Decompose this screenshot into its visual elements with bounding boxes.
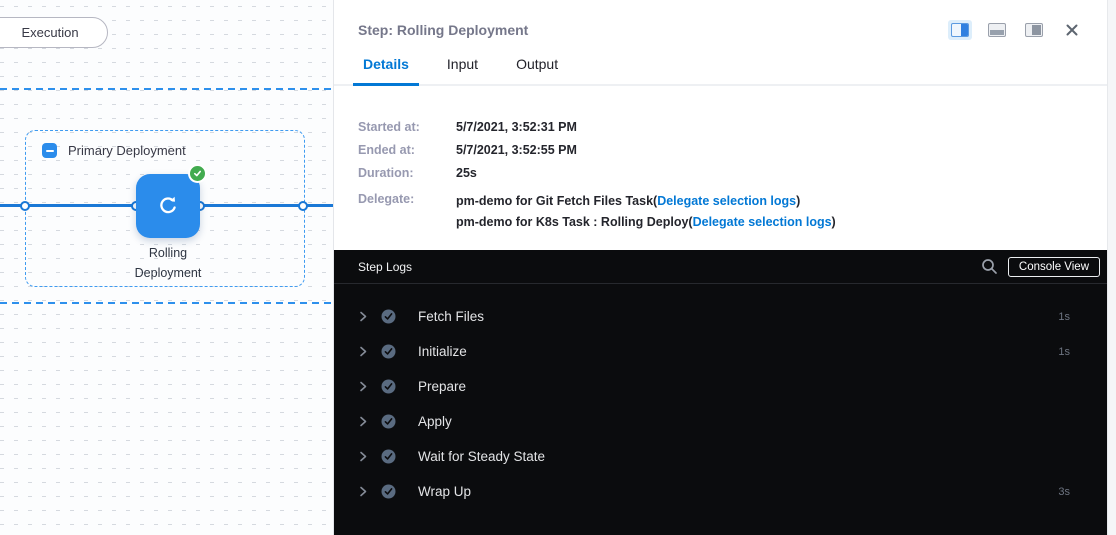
tab-output[interactable]: Output (506, 56, 568, 84)
log-duration: 1s (1058, 311, 1070, 323)
log-row-apply[interactable]: Apply (334, 404, 1107, 439)
tab-details[interactable]: Details (353, 56, 419, 84)
search-icon (981, 258, 998, 275)
right-view-icon (1025, 23, 1043, 37)
console-view-button[interactable]: Console View (1008, 257, 1100, 277)
node-status-badge (188, 164, 207, 183)
check-circle-icon (381, 484, 396, 499)
chevron-right-icon[interactable] (358, 381, 368, 392)
step-logs-title: Step Logs (358, 260, 412, 274)
logs-controls: Console View (981, 257, 1100, 277)
delegate-value: pm-demo for Git Fetch Files Task(Delegat… (456, 191, 836, 233)
panel-title: Step: Rolling Deployment (358, 22, 528, 38)
delegate-line: pm-demo for Git Fetch Files Task(Delegat… (456, 191, 836, 212)
step-logs-panel: Step Logs Console View Fetch Files 1s (334, 250, 1107, 535)
ended-at-value: 5/7/2021, 3:52:55 PM (456, 142, 577, 158)
rolling-deployment-node[interactable] (136, 174, 200, 238)
chevron-right-icon[interactable] (358, 346, 368, 357)
check-circle-icon (381, 379, 396, 394)
bottom-view-icon (988, 23, 1006, 37)
group-label: Primary Deployment (68, 143, 186, 158)
check-circle-icon (381, 414, 396, 429)
log-row-wrap-up[interactable]: Wrap Up 3s (334, 474, 1107, 509)
step-details-panel: Step: Rolling Deployment Details Input O… (334, 0, 1107, 535)
detail-row-delegate: Delegate: pm-demo for Git Fetch Files Ta… (358, 191, 1083, 233)
delegate-selection-logs-link[interactable]: Delegate selection logs (693, 215, 832, 229)
node-label: Rolling Deployment (98, 243, 238, 283)
duration-value: 25s (456, 165, 477, 181)
panel-header-controls (948, 20, 1079, 40)
close-icon (1065, 23, 1079, 37)
log-duration: 1s (1058, 346, 1070, 358)
started-at-value: 5/7/2021, 3:52:31 PM (456, 119, 577, 135)
panel-header: Step: Rolling Deployment (334, 0, 1107, 40)
execution-tab-label: Execution (21, 25, 78, 40)
chevron-right-icon[interactable] (358, 451, 368, 462)
pipeline-canvas[interactable]: Execution Primary Deployment Rolling Dep… (0, 0, 334, 535)
chevron-right-icon[interactable] (358, 311, 368, 322)
tab-input[interactable]: Input (437, 56, 488, 84)
chevron-right-icon[interactable] (358, 416, 368, 427)
panel-tabs: Details Input Output (334, 56, 1107, 86)
check-circle-icon (381, 309, 396, 324)
chevron-right-icon[interactable] (358, 486, 368, 497)
connector-point (20, 201, 30, 211)
bottom-view-button[interactable] (985, 20, 1009, 40)
log-row-wait-steady-state[interactable]: Wait for Steady State (334, 439, 1107, 474)
delegate-selection-logs-link[interactable]: Delegate selection logs (657, 194, 796, 208)
stage-boundary-top (0, 88, 333, 90)
log-row-initialize[interactable]: Initialize 1s (334, 334, 1107, 369)
details-section: Started at: 5/7/2021, 3:52:31 PM Ended a… (334, 86, 1107, 250)
log-rows: Fetch Files 1s Initialize 1s Prepare App… (334, 284, 1107, 509)
split-right-view-icon (951, 23, 969, 37)
split-right-view-button[interactable] (948, 20, 972, 40)
collapse-minus-icon[interactable] (42, 143, 57, 158)
success-check-icon (190, 166, 205, 181)
detail-row-duration: Duration: 25s (358, 165, 1083, 181)
log-duration: 3s (1058, 486, 1070, 498)
check-circle-icon (381, 449, 396, 464)
connector-point (298, 201, 308, 211)
log-search-button[interactable] (981, 258, 998, 275)
step-logs-header: Step Logs Console View (334, 250, 1107, 284)
delegate-line: pm-demo for K8s Task : Rolling Deploy(De… (456, 212, 836, 233)
right-view-button[interactable] (1022, 20, 1046, 40)
rolling-deployment-refresh-icon (156, 194, 180, 218)
detail-row-ended: Ended at: 5/7/2021, 3:52:55 PM (358, 142, 1083, 158)
group-header: Primary Deployment (42, 143, 186, 158)
log-row-prepare[interactable]: Prepare (334, 369, 1107, 404)
check-circle-icon (381, 344, 396, 359)
log-row-fetch-files[interactable]: Fetch Files 1s (334, 299, 1107, 334)
detail-row-started: Started at: 5/7/2021, 3:52:31 PM (358, 119, 1083, 135)
stage-boundary-bottom (0, 302, 333, 304)
panel-scrollbar-track[interactable] (1107, 0, 1116, 535)
close-panel-button[interactable] (1065, 23, 1079, 37)
execution-tab[interactable]: Execution (0, 17, 108, 48)
